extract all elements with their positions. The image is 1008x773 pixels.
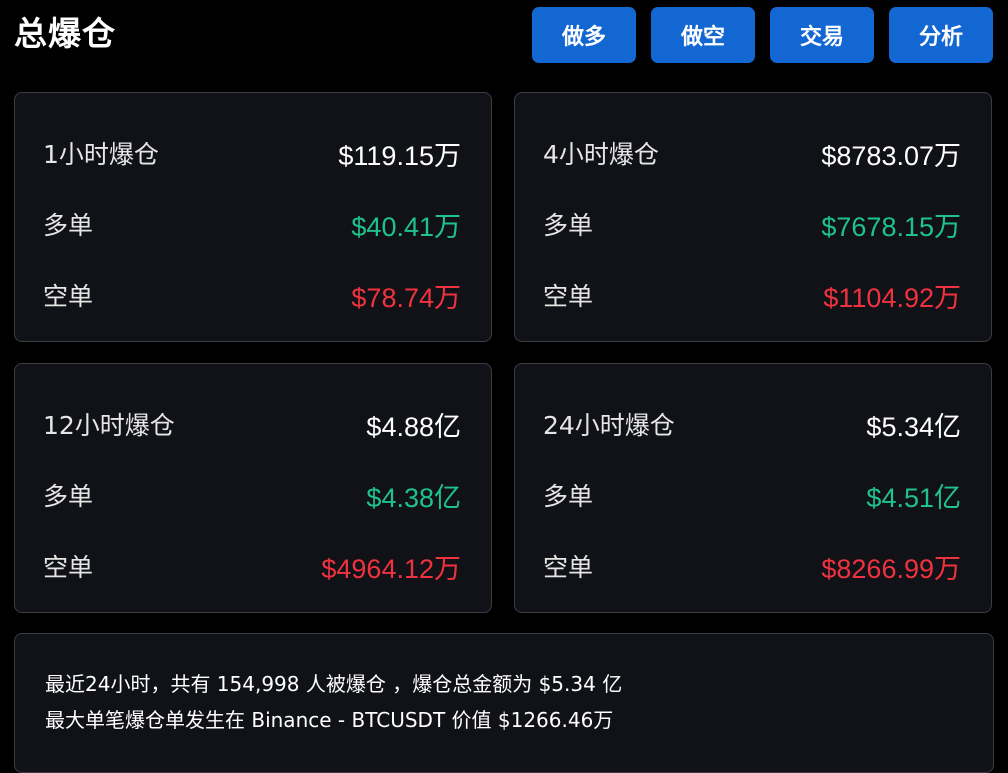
total-row: 4小时爆仓 $8783.07万 [543,135,961,171]
long-row: 多单 $7678.15万 [543,206,961,242]
total-row: 12小时爆仓 $4.88亿 [43,406,461,442]
period-label: 4小时爆仓 [543,140,659,169]
short-label: 空单 [43,282,94,311]
short-label: 空单 [43,553,94,582]
total-row: 1小时爆仓 $119.15万 [43,135,461,171]
long-value: $4.51亿 [866,482,961,513]
summary-line-largest: 最大单笔爆仓单发生在 Binance - BTCUSDT 价值 $1266.46… [45,708,614,732]
short-row: 空单 $1104.92万 [543,277,961,313]
short-row: 空单 $4964.12万 [43,548,461,584]
total-value: $5.34亿 [866,411,961,442]
trade-button[interactable]: 交易 [770,7,874,63]
summary-line-total: 最近24小时，共有 154,998 人被爆仓 ，爆仓总金额为 $5.34 亿 [45,672,623,696]
summary-panel: 最近24小时，共有 154,998 人被爆仓 ，爆仓总金额为 $5.34 亿 最… [14,633,994,773]
short-value: $4964.12万 [321,553,461,584]
total-row: 24小时爆仓 $5.34亿 [543,406,961,442]
header: 总爆仓 做多 做空 交易 分析 [0,0,1008,72]
short-label: 空单 [543,553,594,582]
long-label: 多单 [543,211,594,240]
period-label: 24小时爆仓 [543,411,675,440]
short-value: $78.74万 [351,282,461,313]
long-row: 多单 $4.51亿 [543,477,961,513]
short-row: 空单 $8266.99万 [543,548,961,584]
period-label: 1小时爆仓 [43,140,159,169]
period-label: 12小时爆仓 [43,411,175,440]
long-label: 多单 [543,482,594,511]
analysis-button[interactable]: 分析 [889,7,993,63]
long-label: 多单 [43,211,94,240]
short-label: 空单 [543,282,594,311]
liquidation-card-24h: 24小时爆仓 $5.34亿 多单 $4.51亿 空单 $8266.99万 [514,363,992,613]
liquidation-card-4h: 4小时爆仓 $8783.07万 多单 $7678.15万 空单 $1104.92… [514,92,992,342]
long-row: 多单 $4.38亿 [43,477,461,513]
short-button[interactable]: 做空 [651,7,755,63]
long-value: $40.41万 [351,211,461,242]
short-row: 空单 $78.74万 [43,277,461,313]
total-value: $4.88亿 [366,411,461,442]
liquidation-card-1h: 1小时爆仓 $119.15万 多单 $40.41万 空单 $78.74万 [14,92,492,342]
short-value: $1104.92万 [823,282,961,313]
total-value: $8783.07万 [821,140,961,171]
liquidation-card-12h: 12小时爆仓 $4.88亿 多单 $4.38亿 空单 $4964.12万 [14,363,492,613]
short-value: $8266.99万 [821,553,961,584]
long-row: 多单 $40.41万 [43,206,461,242]
long-value: $7678.15万 [821,211,961,242]
long-button[interactable]: 做多 [532,7,636,63]
total-value: $119.15万 [338,140,461,171]
page-title: 总爆仓 [14,14,116,53]
long-label: 多单 [43,482,94,511]
long-value: $4.38亿 [366,482,461,513]
